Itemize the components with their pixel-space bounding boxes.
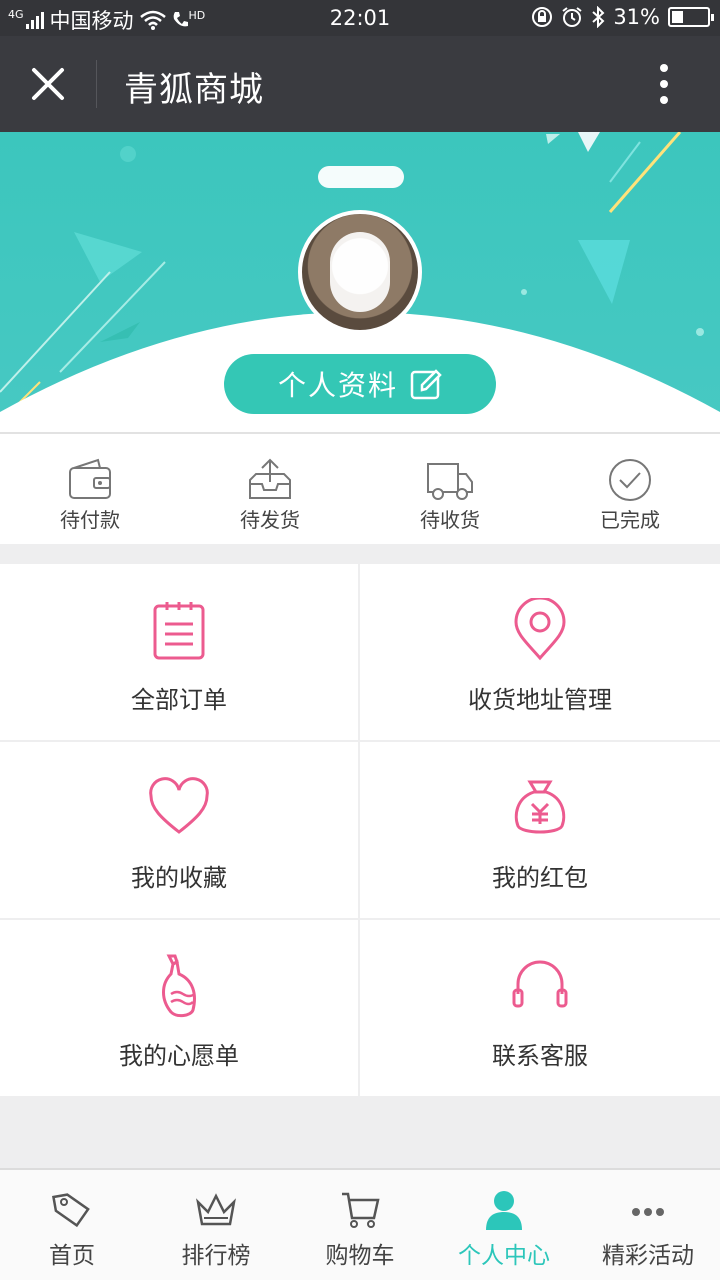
- battery-icon: [668, 7, 714, 27]
- menu-label: 我的收藏: [131, 864, 227, 892]
- order-pending-shipment[interactable]: 待发货: [180, 434, 360, 544]
- page-title: 青狐商城: [124, 70, 264, 110]
- bluetooth-icon: [592, 6, 605, 28]
- nav-label: 精彩活动: [602, 1243, 694, 1269]
- order-label: 待付款: [60, 508, 120, 532]
- order-completed[interactable]: 已完成: [540, 434, 720, 544]
- user-icon: [486, 1191, 522, 1230]
- avatar[interactable]: [298, 210, 422, 334]
- check-circle-icon: [609, 459, 651, 501]
- profile-header: 个人资料: [0, 132, 720, 432]
- menu-address-management[interactable]: 收货地址管理: [360, 564, 720, 740]
- order-label: 待发货: [240, 508, 300, 532]
- profile-button-label: 个人资料: [277, 369, 398, 402]
- nav-cart[interactable]: 购物车: [288, 1170, 432, 1280]
- nav-ranking[interactable]: 排行榜: [144, 1170, 288, 1280]
- close-icon[interactable]: [26, 62, 70, 106]
- nav-label: 首页: [49, 1243, 95, 1269]
- nav-home[interactable]: 首页: [0, 1170, 144, 1280]
- menu-grid: 全部订单 收货地址管理 我的收藏 我的红包 我的心愿单 联系客服: [0, 564, 720, 1096]
- menu-row: 我的心愿单 联系客服: [0, 920, 720, 1096]
- battery-percent: 31%: [613, 5, 660, 29]
- nav-profile[interactable]: 个人中心: [432, 1170, 576, 1280]
- edit-icon: [410, 369, 442, 400]
- clipboard-list-icon: [153, 602, 205, 660]
- wallet-icon: [69, 458, 111, 499]
- cart-icon: [342, 1192, 380, 1228]
- rotation-lock-icon: [532, 7, 553, 27]
- wish-bottle-icon: [162, 954, 196, 1018]
- profile-button[interactable]: 个人资料: [224, 354, 496, 414]
- alarm-icon: [562, 7, 582, 27]
- menu-row: 我的收藏 我的红包: [0, 742, 720, 918]
- money-bag-icon: [514, 780, 566, 834]
- order-label: 待收货: [420, 508, 480, 532]
- delivery-truck-icon: [427, 463, 473, 500]
- menu-row: 全部订单 收货地址管理: [0, 564, 720, 740]
- order-label: 已完成: [600, 508, 660, 532]
- bottom-nav: 首页 排行榜 购物车 个人中心 精彩活动: [0, 1168, 720, 1280]
- headphones-icon: [512, 960, 568, 1008]
- location-pin-icon: [514, 598, 566, 661]
- menu-label: 收货地址管理: [468, 686, 612, 714]
- nav-label: 排行榜: [181, 1243, 251, 1269]
- menu-label: 全部订单: [131, 686, 227, 714]
- heart-icon: [149, 777, 209, 834]
- menu-favorites[interactable]: 我的收藏: [0, 742, 358, 918]
- order-pending-payment[interactable]: 待付款: [0, 434, 180, 544]
- crown-icon: [196, 1193, 236, 1226]
- username-redacted: [318, 166, 404, 188]
- menu-label: 联系客服: [492, 1042, 588, 1070]
- order-status-row: 待付款 待发货 待收货 已完成: [0, 432, 720, 544]
- tag-icon: [52, 1193, 90, 1228]
- more-vertical-icon[interactable]: [652, 62, 676, 106]
- menu-wishlist[interactable]: 我的心愿单: [0, 920, 358, 1096]
- more-dots-icon: [632, 1208, 664, 1216]
- title-divider: [96, 60, 97, 108]
- status-right: 31%: [531, 5, 714, 29]
- package-upload-icon: [249, 458, 291, 499]
- title-bar: 青狐商城: [0, 36, 720, 132]
- menu-red-packets[interactable]: 我的红包: [360, 742, 720, 918]
- menu-all-orders[interactable]: 全部订单: [0, 564, 358, 740]
- menu-label: 我的红包: [492, 864, 588, 892]
- nav-label: 个人中心: [458, 1243, 550, 1269]
- status-bar: 4G 中国移动 HD 22:01 31%: [0, 0, 720, 36]
- menu-label: 我的心愿单: [119, 1042, 239, 1070]
- nav-label: 购物车: [325, 1243, 395, 1269]
- order-pending-receipt[interactable]: 待收货: [360, 434, 540, 544]
- menu-customer-service[interactable]: 联系客服: [360, 920, 720, 1096]
- nav-activities[interactable]: 精彩活动: [576, 1170, 720, 1280]
